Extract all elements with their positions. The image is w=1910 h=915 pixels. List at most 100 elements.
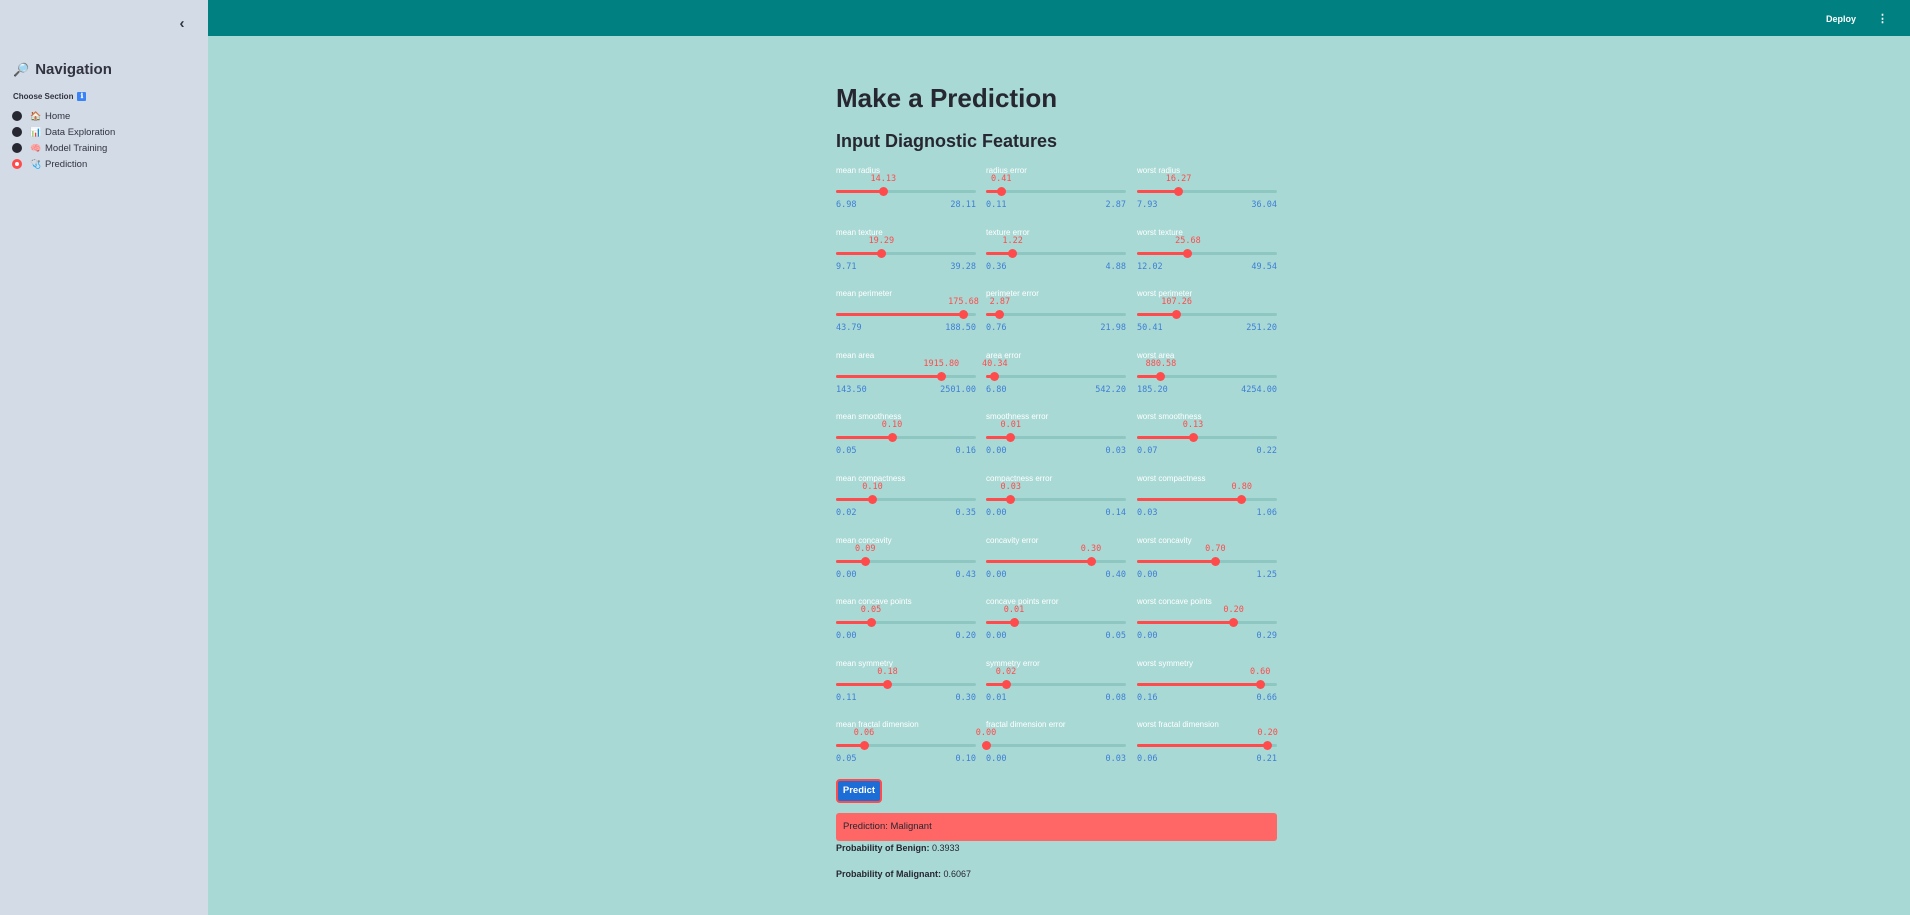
slider-thumb[interactable] [1086, 556, 1096, 566]
slider-thumb[interactable] [878, 187, 888, 196]
slider-worst-perimeter[interactable]: worst perimeter 107.26 50.41 251.20 [1137, 289, 1277, 339]
slider-compactness-error[interactable]: compactness error 0.03 0.00 0.14 [986, 474, 1126, 524]
slider-track[interactable] [836, 556, 976, 566]
slider-worst-symmetry[interactable]: worst symmetry 0.60 0.16 0.66 [1137, 659, 1277, 709]
slider-track[interactable] [986, 618, 1126, 628]
slider-track[interactable] [836, 618, 976, 628]
slider-thumb[interactable] [1174, 187, 1184, 196]
slider-track[interactable] [1137, 310, 1277, 320]
slider-track[interactable] [1137, 679, 1277, 689]
slider-thumb[interactable] [996, 187, 1006, 196]
slider-mean-symmetry[interactable]: mean symmetry 0.18 0.11 0.30 [836, 659, 976, 709]
slider-mean-concavity[interactable]: mean concavity 0.09 0.00 0.43 [836, 536, 976, 586]
slider-concavity-error[interactable]: concavity error 0.30 0.00 0.40 [986, 536, 1126, 586]
slider-track[interactable] [981, 741, 1126, 751]
slider-thumb[interactable] [1188, 433, 1198, 443]
slider-thumb[interactable] [1255, 679, 1265, 689]
slider-track[interactable] [836, 433, 976, 443]
slider-texture-error[interactable]: texture error 1.22 0.36 4.88 [986, 228, 1126, 278]
slider-radius-error[interactable]: radius error 0.41 0.11 2.87 [986, 166, 1126, 216]
slider-track[interactable] [986, 495, 1126, 504]
slider-track[interactable] [1137, 618, 1277, 628]
slider-symmetry-error[interactable]: symmetry error 0.02 0.01 0.08 [986, 659, 1126, 709]
slider-thumb[interactable] [959, 310, 969, 320]
slider-track[interactable] [986, 248, 1126, 258]
slider-worst-area[interactable]: worst area 880.58 185.20 4254.00 [1137, 351, 1277, 401]
slider-fractal-dimension-error[interactable]: fractal dimension error 0.00 0.00 0.03 [976, 720, 1126, 770]
radio-button[interactable] [12, 143, 22, 153]
slider-worst-texture[interactable]: worst texture 25.68 12.02 49.54 [1137, 228, 1277, 278]
slider-mean-smoothness[interactable]: mean smoothness 0.10 0.05 0.16 [836, 412, 976, 462]
slider-concave-points-error[interactable]: concave points error 0.01 0.00 0.05 [986, 597, 1126, 647]
main-menu-icon[interactable]: ⋮ [1877, 12, 1888, 25]
slider-track[interactable] [836, 248, 976, 258]
slider-track[interactable] [836, 495, 976, 504]
deploy-button[interactable]: Deploy [1826, 14, 1856, 24]
slider-track[interactable] [836, 187, 976, 196]
slider-mean-concave-points[interactable]: mean concave points 0.05 0.00 0.20 [836, 597, 976, 647]
slider-thumb[interactable] [876, 248, 886, 258]
slider-thumb[interactable] [1172, 310, 1182, 320]
slider-thumb[interactable] [859, 741, 869, 751]
slider-thumb[interactable] [868, 495, 878, 504]
radio-button[interactable] [12, 159, 22, 169]
slider-worst-concavity[interactable]: worst concavity 0.70 0.00 1.25 [1137, 536, 1277, 586]
slider-mean-area[interactable]: mean area 1915.80 143.50 2501.00 [836, 351, 976, 401]
predict-button[interactable]: Predict [836, 779, 882, 803]
slider-thumb[interactable] [1008, 248, 1018, 258]
slider-area-error[interactable]: area error 40.34 6.80 542.20 [982, 351, 1126, 401]
slider-worst-concave-points[interactable]: worst concave points 0.20 0.00 0.29 [1137, 597, 1277, 647]
slider-thumb[interactable] [1006, 433, 1016, 443]
collapse-sidebar-icon[interactable]: ‹ [174, 14, 190, 34]
slider-track[interactable] [836, 741, 976, 751]
slider-track[interactable] [1137, 433, 1277, 443]
slider-thumb[interactable] [1237, 495, 1247, 504]
slider-track[interactable] [836, 310, 976, 320]
slider-mean-radius[interactable]: mean radius 14.13 6.98 28.11 [836, 166, 976, 216]
slider-worst-fractal-dimension[interactable]: worst fractal dimension 0.20 0.06 0.21 [1137, 720, 1278, 770]
slider-thumb[interactable] [1210, 556, 1220, 566]
slider-track[interactable] [986, 187, 1126, 196]
slider-track[interactable] [986, 310, 1126, 320]
slider-thumb[interactable] [936, 371, 946, 381]
slider-thumb[interactable] [981, 741, 991, 751]
slider-track[interactable] [986, 433, 1126, 443]
slider-thumb[interactable] [860, 556, 870, 566]
sidebar-item-home[interactable]: 🏠 Home [12, 108, 115, 124]
slider-thumb[interactable] [1009, 618, 1019, 628]
slider-worst-compactness[interactable]: worst compactness 0.80 0.03 1.06 [1137, 474, 1277, 524]
slider-track[interactable] [1137, 495, 1277, 504]
radio-button[interactable] [12, 111, 22, 121]
slider-track[interactable] [1137, 187, 1277, 196]
slider-track[interactable] [1137, 248, 1277, 258]
slider-thumb[interactable] [1183, 248, 1193, 258]
slider-track[interactable] [986, 556, 1126, 566]
sidebar-item-data-exploration[interactable]: 📊 Data Exploration [12, 124, 115, 140]
slider-track[interactable] [986, 679, 1126, 689]
sidebar-item-model-training[interactable]: 🧠 Model Training [12, 140, 115, 156]
slider-thumb[interactable] [1229, 618, 1239, 628]
slider-mean-fractal-dimension[interactable]: mean fractal dimension 0.06 0.05 0.10 [836, 720, 976, 770]
slider-thumb[interactable] [887, 433, 897, 443]
radio-button[interactable] [12, 127, 22, 137]
slider-thumb[interactable] [1006, 495, 1016, 504]
slider-track[interactable] [1137, 741, 1277, 751]
slider-worst-radius[interactable]: worst radius 16.27 7.93 36.04 [1137, 166, 1277, 216]
slider-track[interactable] [1137, 371, 1277, 381]
slider-worst-smoothness[interactable]: worst smoothness 0.13 0.07 0.22 [1137, 412, 1277, 462]
slider-smoothness-error[interactable]: smoothness error 0.01 0.00 0.03 [986, 412, 1126, 462]
slider-thumb[interactable] [1263, 741, 1273, 751]
slider-perimeter-error[interactable]: perimeter error 2.87 0.76 21.98 [986, 289, 1126, 339]
slider-thumb[interactable] [990, 371, 1000, 381]
slider-thumb[interactable] [866, 618, 876, 628]
sidebar-item-prediction[interactable]: 🩺 Prediction [12, 156, 115, 172]
slider-track[interactable] [1137, 556, 1277, 566]
slider-track[interactable] [836, 371, 976, 381]
slider-mean-texture[interactable]: mean texture 19.29 9.71 39.28 [836, 228, 976, 278]
slider-thumb[interactable] [1156, 371, 1166, 381]
slider-mean-compactness[interactable]: mean compactness 0.10 0.02 0.35 [836, 474, 976, 524]
slider-track[interactable] [836, 679, 976, 689]
slider-mean-perimeter[interactable]: mean perimeter 175.68 43.79 188.50 [836, 289, 979, 339]
slider-thumb[interactable] [1001, 679, 1011, 689]
slider-track[interactable] [986, 371, 1126, 381]
